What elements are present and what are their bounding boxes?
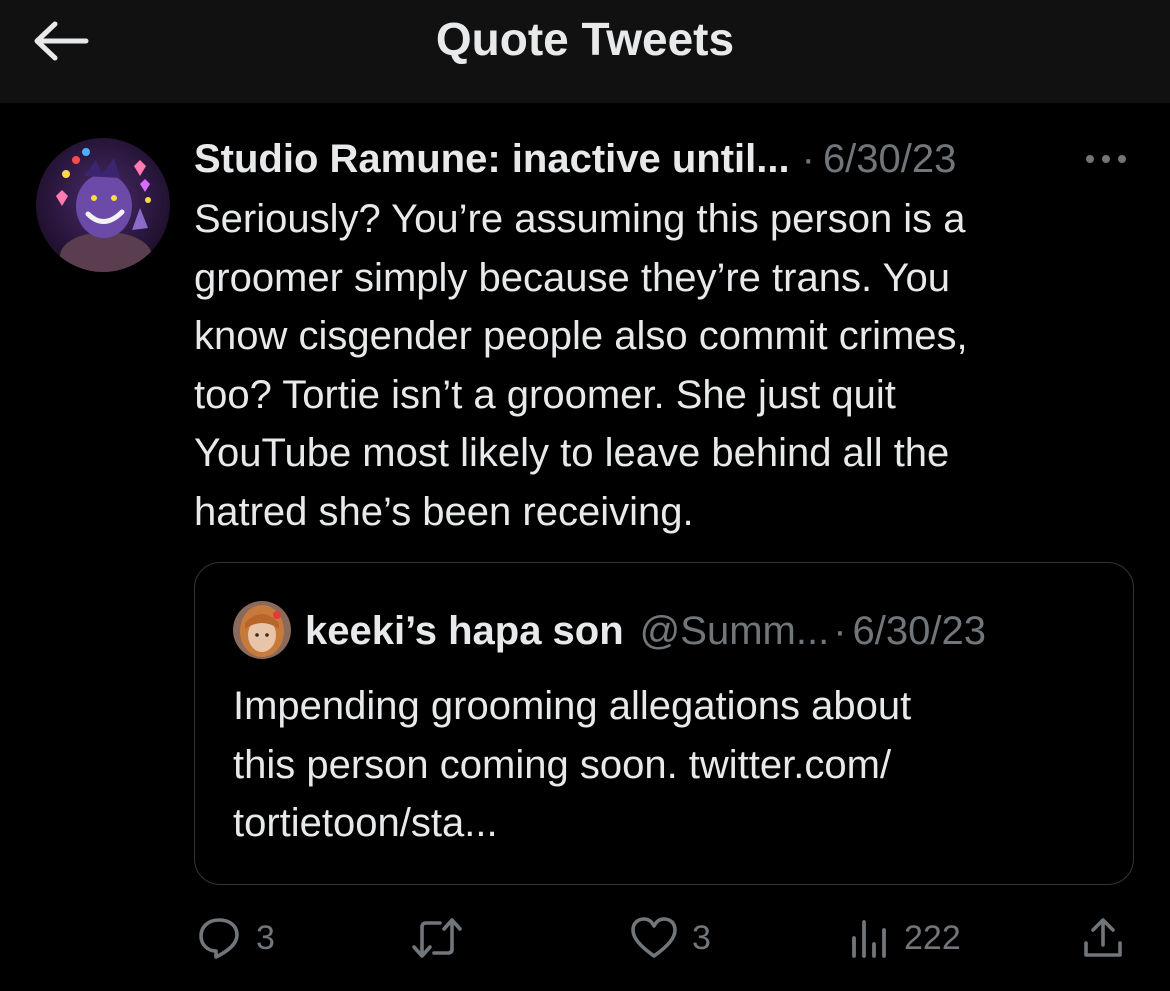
tweet-action-bar: 3 3 222 — [0, 905, 1170, 971]
reply-button[interactable]: 3 — [196, 905, 275, 971]
top-bar: Quote Tweets — [0, 0, 1170, 103]
more-horizontal-icon — [1086, 155, 1126, 163]
heart-icon — [631, 917, 677, 958]
retweet-icon — [412, 918, 462, 958]
tweet-date[interactable]: 6/30/23 — [823, 133, 956, 185]
quoted-author-avatar — [233, 601, 291, 659]
avatar-image — [36, 138, 170, 272]
quoted-tweet-text: Impending grooming allegations about thi… — [233, 684, 912, 845]
views-button[interactable]: 222 — [850, 905, 961, 971]
quoted-header-separator: · — [833, 609, 847, 653]
author-name[interactable]: Studio Ramune: inactive until... — [194, 133, 790, 185]
tweet-header: Studio Ramune: inactive until... · 6/30/… — [194, 133, 956, 185]
quoted-author-name: keeki’s hapa son — [305, 609, 624, 653]
page-title: Quote Tweets — [435, 13, 735, 65]
retweet-button[interactable] — [410, 905, 464, 971]
reply-icon — [199, 918, 239, 959]
author-avatar[interactable] — [36, 138, 170, 272]
like-count: 3 — [692, 918, 711, 957]
quoted-tweet-date: 6/30/23 — [852, 609, 986, 653]
header-separator: · — [801, 137, 815, 181]
quoted-tweet-header: keeki’s hapa son @Summ... · 6/30/23 — [305, 606, 986, 656]
tweet-text: Seriously? You’re assuming this person i… — [194, 197, 968, 534]
quoted-author-handle: @Summ... — [639, 609, 830, 653]
share-icon — [1084, 918, 1122, 957]
views-chart-icon — [852, 920, 886, 958]
more-options-button[interactable] — [1082, 143, 1130, 175]
quoted-tweet-card[interactable]: keeki’s hapa son @Summ... · 6/30/23 Impe… — [194, 562, 1134, 885]
reply-count: 3 — [256, 918, 275, 957]
like-button[interactable]: 3 — [630, 905, 711, 971]
share-button[interactable] — [1080, 905, 1126, 971]
quoted-avatar-image — [233, 601, 291, 659]
views-count: 222 — [904, 918, 961, 957]
